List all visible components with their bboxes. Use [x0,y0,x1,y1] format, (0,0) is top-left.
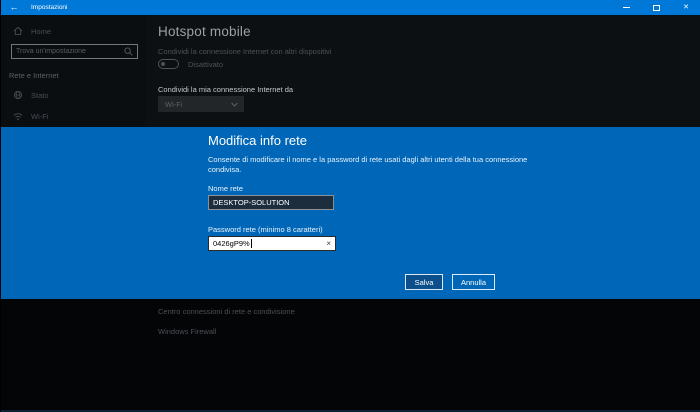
window-title: Impostazioni [31,4,68,11]
save-button[interactable]: Salva [405,274,443,290]
search-box [11,44,138,59]
close-icon: ✕ [683,4,689,11]
network-center-link[interactable]: Centro connessioni di rete e condivision… [158,307,295,316]
settings-window: ← Impostazioni ✕ Home [0,0,700,412]
page-title: Hotspot mobile [158,24,251,39]
minimize-button[interactable] [611,0,641,15]
edit-network-dialog: Modifica info rete Consente di modificar… [1,127,700,299]
share-caption: Condividi la connessione Internet con al… [158,47,331,56]
sidebar: Home Rete e Internet Stato Wi-Fi [1,15,147,127]
sidebar-item-label: Home [31,27,51,36]
chevron-down-icon [231,102,238,107]
cancel-button[interactable]: Annulla [452,274,495,290]
network-password-label: Password rete (minimo 8 caratteri) [208,225,323,234]
hotspot-toggle[interactable] [158,59,179,69]
back-icon: ← [10,2,19,12]
window-controls: ✕ [611,0,700,15]
wifi-icon [13,112,23,121]
dropdown-selected-value: Wi-Fi [158,100,183,109]
back-button[interactable]: ← [1,0,27,15]
toggle-state-label: Disattivato [188,60,223,69]
sidebar-item-home[interactable]: Home [13,26,51,36]
minimize-icon [623,7,630,8]
search-icon [124,47,133,56]
sidebar-item-label: Stato [31,91,49,100]
password-value: 0426gP9% [209,239,250,248]
globe-icon [13,90,23,100]
clear-field-button[interactable]: × [322,240,335,248]
home-icon [13,26,23,36]
dialog-title: Modifica info rete [208,133,307,148]
text-caret [251,239,252,248]
sidebar-item-stato[interactable]: Stato [13,90,49,100]
dialog-description: Consente di modificare il nome e la pass… [208,155,542,175]
sidebar-item-label: Wi-Fi [31,112,49,121]
network-name-label: Nome rete [208,184,243,193]
search-input[interactable] [12,48,124,55]
share-from-label: Condividi la mia connessione Internet da [158,85,293,94]
share-from-dropdown[interactable]: Wi-Fi [158,96,244,112]
close-button[interactable]: ✕ [671,0,700,15]
windows-firewall-link[interactable]: Windows Firewall [158,327,216,336]
maximize-icon [653,5,660,11]
toggle-knob-icon [161,62,165,66]
footer-area: Centro connessioni di rete e condivision… [1,299,700,412]
network-password-input[interactable]: 0426gP9% × [208,236,336,251]
network-name-input[interactable] [208,195,334,210]
clear-icon: × [326,239,331,248]
sidebar-section-label: Rete e Internet [9,71,59,80]
titlebar: ← Impostazioni ✕ [1,0,700,15]
sidebar-item-wifi[interactable]: Wi-Fi [13,112,49,121]
maximize-button[interactable] [641,0,671,15]
